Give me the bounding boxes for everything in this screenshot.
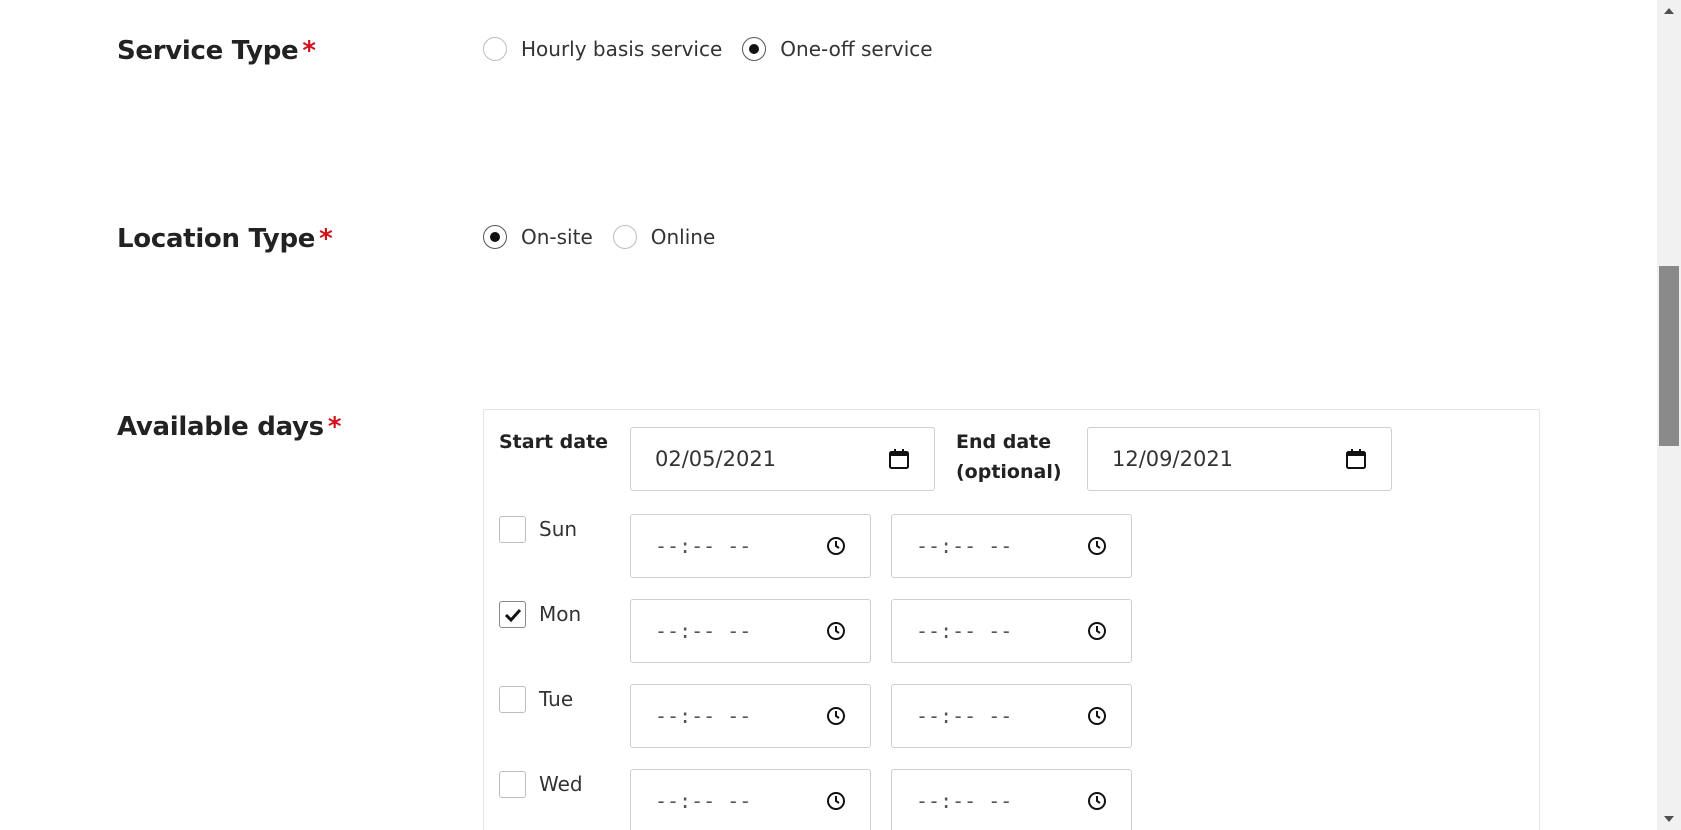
radio-button[interactable]	[742, 37, 767, 61]
clock-icon[interactable]	[1087, 706, 1107, 726]
radio-button[interactable]	[483, 37, 507, 61]
time-value: --:-- --	[916, 619, 1013, 643]
check-icon	[504, 608, 521, 622]
mon-end-time-input[interactable]: --:-- --	[891, 599, 1132, 663]
end-date-label-line1: End date	[956, 431, 1052, 453]
time-value: --:-- --	[916, 789, 1013, 813]
checkbox-tue[interactable]	[499, 686, 526, 713]
end-date-value: 12/09/2021	[1112, 447, 1234, 471]
clock-icon[interactable]	[826, 536, 846, 556]
radio-one-off-service[interactable]: One-off service	[742, 37, 933, 61]
clock-icon[interactable]	[1087, 621, 1107, 641]
wed-end-time-input[interactable]: --:-- --	[891, 769, 1132, 830]
time-value: --:-- --	[916, 704, 1013, 728]
clock-icon[interactable]	[826, 791, 846, 811]
time-value: --:-- --	[655, 534, 752, 558]
radio-online[interactable]: Online	[612, 225, 716, 249]
required-mark: *	[319, 224, 333, 254]
checkbox-mon[interactable]	[499, 601, 526, 628]
day-label-tue: Tue	[539, 687, 574, 711]
clock-icon[interactable]	[826, 621, 846, 641]
time-value: --:-- --	[655, 619, 752, 643]
start-date-label: Start date	[499, 431, 609, 453]
location-type-label-text: Location Type	[117, 224, 316, 254]
location-type-radio-group: On-site Online	[483, 225, 735, 249]
checkbox-sun[interactable]	[499, 516, 526, 543]
mon-start-time-input[interactable]: --:-- --	[630, 599, 871, 663]
required-mark: *	[302, 36, 316, 66]
radio-label: On-site	[521, 225, 593, 249]
clock-icon[interactable]	[1087, 536, 1107, 556]
radio-label: One-off service	[780, 37, 933, 61]
required-mark: *	[327, 412, 342, 442]
tue-start-time-input[interactable]: --:-- --	[630, 684, 871, 748]
checkbox-wed[interactable]	[499, 771, 526, 798]
sun-start-time-input[interactable]: --:-- --	[630, 514, 871, 578]
scroll-up-arrow-icon[interactable]	[1662, 4, 1676, 18]
wed-start-time-input[interactable]: --:-- --	[630, 769, 871, 830]
time-value: --:-- --	[655, 789, 752, 813]
radio-hourly-basis-service[interactable]: Hourly basis service	[483, 37, 722, 61]
end-date-input[interactable]: 12/09/2021	[1087, 427, 1392, 491]
scroll-down-arrow-icon[interactable]	[1662, 812, 1676, 826]
calendar-icon[interactable]	[1345, 448, 1367, 470]
day-label-wed: Wed	[539, 772, 583, 796]
calendar-icon[interactable]	[888, 448, 910, 470]
service-type-radio-group: Hourly basis service One-off service	[483, 37, 953, 61]
clock-icon[interactable]	[826, 706, 846, 726]
location-type-label: Location Type *	[117, 224, 333, 254]
radio-button[interactable]	[612, 225, 637, 249]
day-label-sun: Sun	[539, 517, 578, 541]
end-date-label: End date (optional)	[956, 427, 1062, 487]
time-value: --:-- --	[655, 704, 752, 728]
sun-end-time-input[interactable]: --:-- --	[891, 514, 1132, 578]
start-date-value: 02/05/2021	[655, 447, 777, 471]
start-date-input[interactable]: 02/05/2021	[630, 427, 935, 491]
day-label-mon: Mon	[539, 602, 582, 626]
radio-label: Hourly basis service	[521, 37, 723, 61]
radio-button[interactable]	[483, 225, 507, 249]
service-type-label: Service Type *	[117, 36, 316, 66]
tue-end-time-input[interactable]: --:-- --	[891, 684, 1132, 748]
service-type-label-text: Service Type	[117, 36, 299, 66]
clock-icon[interactable]	[1087, 791, 1107, 811]
end-date-label-line2: (optional)	[956, 461, 1062, 483]
available-days-label: Available days *	[117, 412, 341, 442]
radio-on-site[interactable]: On-site	[483, 225, 593, 249]
time-value: --:-- --	[916, 534, 1013, 558]
available-days-label-text: Available days	[117, 412, 324, 442]
radio-label: Online	[650, 225, 716, 249]
scrollbar-thumb[interactable]	[1659, 266, 1679, 446]
